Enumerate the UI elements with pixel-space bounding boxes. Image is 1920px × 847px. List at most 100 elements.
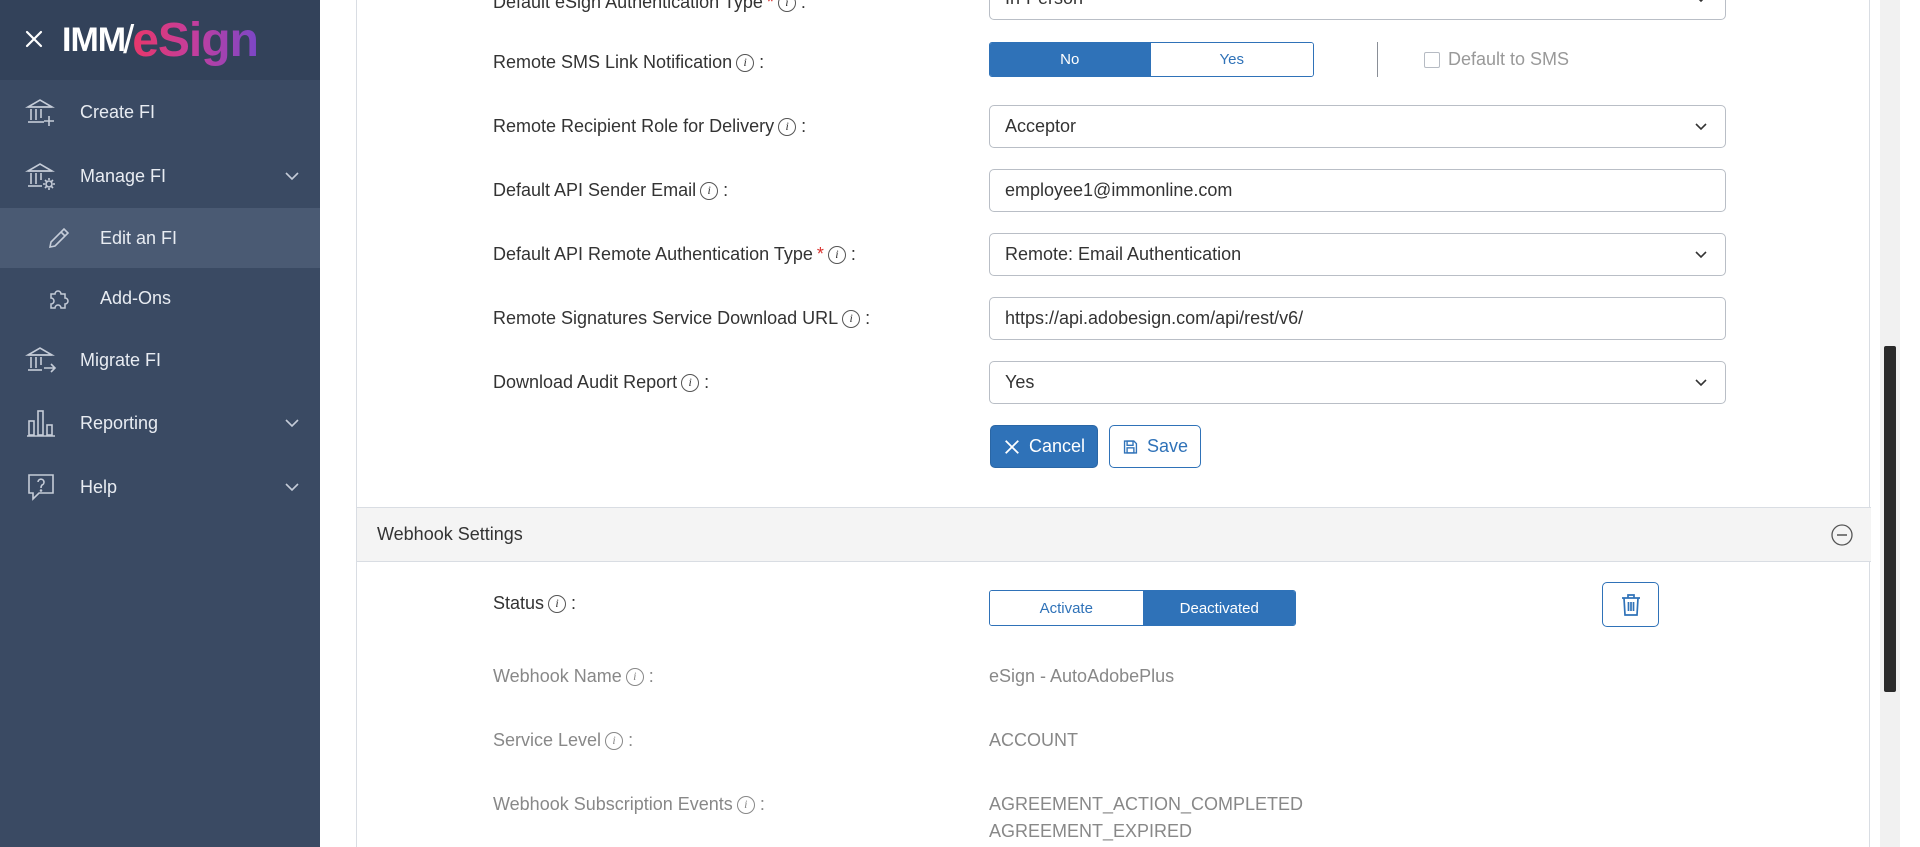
- sidebar-item-add-ons[interactable]: Add-Ons: [0, 268, 320, 328]
- recipient-role-select[interactable]: Acceptor: [989, 105, 1726, 148]
- vertical-scrollbar[interactable]: [1880, 0, 1900, 847]
- info-icon[interactable]: i: [736, 795, 755, 814]
- label-text: Remote SMS Link Notification: [493, 52, 733, 72]
- webhook-status-label: Status i :: [493, 593, 576, 614]
- sms-notification-label: Remote SMS Link Notification i :: [493, 52, 764, 73]
- subscription-event-item: AGREEMENT_EXPIRED: [989, 821, 1193, 841]
- colon: :: [759, 52, 765, 72]
- trash-icon: [1621, 593, 1640, 616]
- colon: :: [704, 372, 710, 392]
- chevron-down-icon: [285, 172, 299, 181]
- sms-no-option[interactable]: No: [990, 43, 1150, 76]
- delete-webhook-button[interactable]: [1602, 582, 1659, 627]
- activate-option[interactable]: Activate: [990, 591, 1143, 625]
- colon: :: [850, 244, 856, 264]
- service-level-value: ACCOUNT: [989, 730, 1078, 750]
- webhook-section-header[interactable]: Webhook Settings: [357, 507, 1871, 562]
- colon: :: [800, 0, 806, 12]
- sidebar-item-label: Migrate FI: [80, 349, 162, 370]
- colon: :: [628, 730, 634, 750]
- select-value: Remote: Email Authentication: [1005, 244, 1242, 264]
- chevron-down-icon: [285, 483, 299, 492]
- input-value: https://api.adobesign.com/api/rest/v6/: [1005, 308, 1304, 328]
- recipient-role-label: Remote Recipient Role for Delivery i :: [493, 116, 806, 137]
- auth-type-select[interactable]: In-Person: [989, 0, 1726, 20]
- info-icon[interactable]: i: [681, 373, 700, 392]
- sidebar-item-label: Add-Ons: [100, 287, 172, 308]
- select-value: Acceptor: [1005, 116, 1077, 136]
- colon: :: [865, 308, 871, 328]
- floppy-disk-icon: [1123, 439, 1138, 454]
- remote-auth-label: Default API Remote Authentication Type *…: [493, 244, 856, 265]
- sidebar-item-edit-fi[interactable]: Edit an FI: [0, 208, 320, 268]
- chevron-down-icon: [1695, 123, 1707, 131]
- sidebar-item-create-fi[interactable]: Create FI: [0, 82, 320, 142]
- bank-transfer-icon: [24, 343, 58, 377]
- info-icon[interactable]: i: [736, 53, 755, 72]
- sidebar-header: IMM / eSign: [0, 0, 320, 80]
- colon: :: [648, 666, 654, 686]
- save-button[interactable]: Save: [1109, 425, 1201, 468]
- scrollbar-thumb[interactable]: [1884, 346, 1896, 692]
- info-icon[interactable]: i: [548, 594, 567, 613]
- default-to-sms-label: Default to SMS: [1448, 49, 1570, 69]
- label-text: Webhook Subscription Events: [493, 794, 733, 814]
- collapse-minus-icon[interactable]: [1831, 524, 1853, 546]
- colon: :: [801, 116, 807, 136]
- sms-toggle: No Yes: [989, 42, 1314, 77]
- subscription-event-item: AGREEMENT_ACTION_COMPLETED: [989, 794, 1304, 814]
- info-icon[interactable]: i: [777, 0, 796, 12]
- chevron-down-icon: [1695, 379, 1707, 387]
- section-title: Webhook Settings: [377, 524, 523, 544]
- logo-esign-text: eSign: [132, 13, 259, 67]
- sender-email-label: Default API Sender Email i :: [493, 180, 728, 201]
- webhook-status-toggle: Activate Deactivated: [989, 590, 1296, 626]
- info-icon[interactable]: i: [605, 731, 624, 750]
- label-text: Default API Remote Authentication Type: [493, 244, 813, 264]
- deactivated-option[interactable]: Deactivated: [1142, 591, 1295, 625]
- info-icon[interactable]: i: [625, 667, 644, 686]
- input-value: employee1@immonline.com: [1005, 180, 1233, 200]
- webhook-name-value: eSign - AutoAdobePlus: [989, 666, 1175, 686]
- main-content: Default eSign Authentication Type * i : …: [320, 0, 1900, 847]
- settings-card: Default eSign Authentication Type * i : …: [356, 0, 1871, 847]
- puzzle-icon: [44, 283, 74, 313]
- info-icon[interactable]: i: [700, 181, 719, 200]
- info-icon[interactable]: i: [778, 117, 797, 136]
- chevron-down-icon: [285, 419, 299, 428]
- question-bubble-icon: [24, 470, 58, 504]
- remote-auth-select[interactable]: Remote: Email Authentication: [989, 233, 1726, 276]
- label-text: Service Level: [493, 730, 602, 750]
- chevron-down-icon: [1695, 251, 1707, 259]
- sender-email-input[interactable]: employee1@immonline.com: [989, 169, 1726, 212]
- sidebar-item-help[interactable]: Help: [0, 457, 320, 517]
- cancel-label: Cancel: [1028, 436, 1085, 456]
- app-logo: IMM / eSign: [62, 8, 259, 72]
- sms-yes-option[interactable]: Yes: [1149, 43, 1313, 76]
- sidebar-item-reporting[interactable]: Reporting: [0, 393, 320, 453]
- label-text: Remote Signatures Service Download URL: [493, 308, 839, 328]
- label-text: Download Audit Report: [493, 372, 678, 392]
- info-icon[interactable]: i: [842, 309, 861, 328]
- sidebar-item-manage-fi[interactable]: Manage FI: [0, 146, 320, 206]
- service-level-label: Service Level i :: [493, 730, 633, 751]
- colon: :: [571, 593, 577, 613]
- close-icon: [1005, 439, 1019, 454]
- sidebar-item-migrate-fi[interactable]: Migrate FI: [0, 330, 320, 390]
- label-text: Status: [493, 593, 545, 613]
- subscription-events-label: Webhook Subscription Events i :: [493, 794, 765, 815]
- close-icon[interactable]: [22, 27, 46, 51]
- default-to-sms-checkbox[interactable]: [1424, 52, 1440, 68]
- required-marker: *: [816, 244, 824, 264]
- download-url-input[interactable]: https://api.adobesign.com/api/rest/v6/: [989, 297, 1726, 340]
- cancel-button[interactable]: Cancel: [990, 425, 1098, 468]
- download-url-label: Remote Signatures Service Download URL i…: [493, 308, 870, 329]
- audit-report-label: Download Audit Report i :: [493, 372, 709, 393]
- info-icon[interactable]: i: [827, 245, 846, 264]
- audit-report-select[interactable]: Yes: [989, 361, 1726, 404]
- chevron-down-icon: [1698, 0, 1704, 3]
- label-text: Webhook Name: [493, 666, 622, 686]
- label-text: Remote Recipient Role for Delivery: [493, 116, 775, 136]
- label-text: Default eSign Authentication Type: [493, 0, 763, 12]
- sidebar-item-label: Edit an FI: [100, 227, 178, 248]
